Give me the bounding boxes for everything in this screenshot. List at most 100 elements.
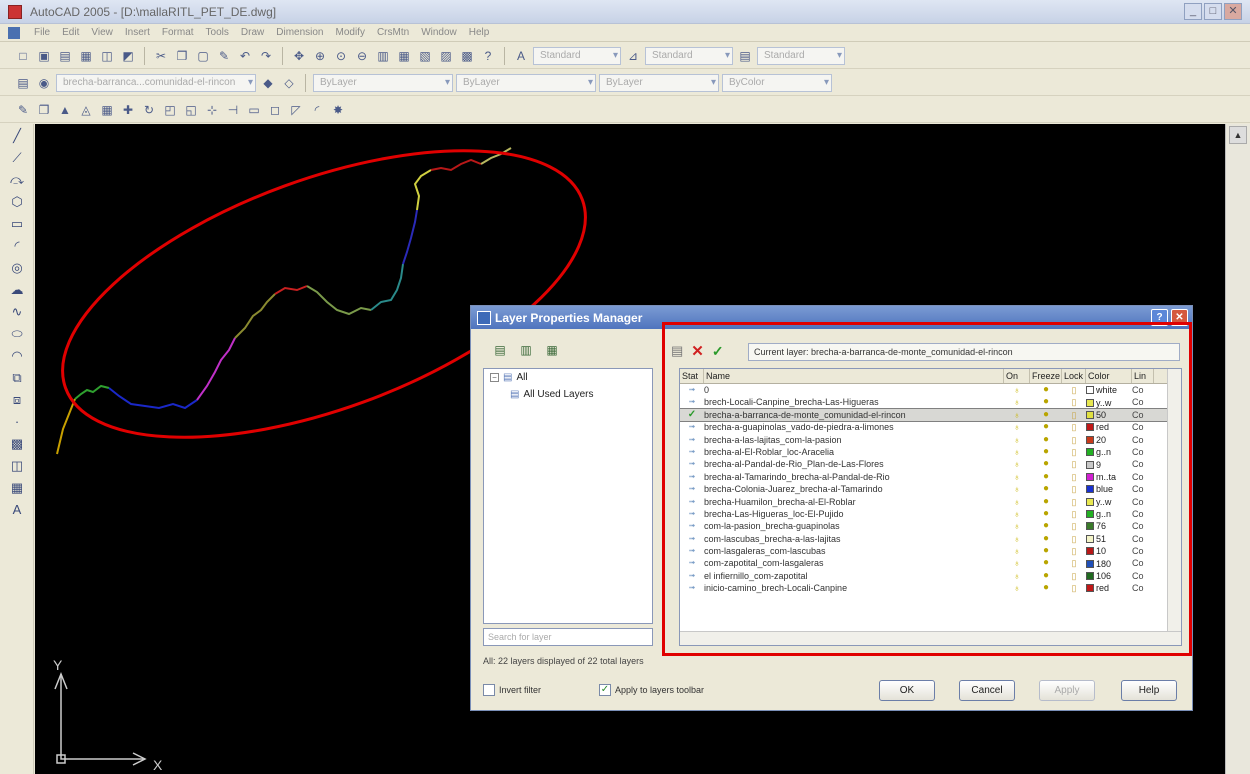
layer-name[interactable]: brecha-a-las-lajitas_com-la-pasion xyxy=(704,434,1004,446)
line-icon[interactable]: ╱ xyxy=(5,126,29,146)
sun-icon[interactable]: ● xyxy=(1030,384,1062,396)
layer-linetype[interactable]: Co xyxy=(1132,496,1154,508)
layer-search-input[interactable]: Search for layer xyxy=(483,628,653,646)
polygon-icon[interactable]: ⬡ xyxy=(5,192,29,212)
col-on[interactable]: On xyxy=(1004,369,1030,383)
undo-icon[interactable]: ↶ xyxy=(236,47,254,65)
layer-color[interactable]: red xyxy=(1086,421,1132,433)
unlock-icon[interactable]: ▯ xyxy=(1062,396,1086,408)
unlock-icon[interactable]: ▯ xyxy=(1062,384,1086,396)
sun-icon[interactable]: ● xyxy=(1030,434,1062,446)
layer-color[interactable]: 180 xyxy=(1086,557,1132,569)
layer-name[interactable]: brecha-al-Pandal-de-Rio_Plan-de-Las-Flor… xyxy=(704,458,1004,470)
layer-linetype[interactable]: Co xyxy=(1132,434,1154,446)
col-stat[interactable]: Stat xyxy=(680,369,704,383)
unlock-icon[interactable]: ▯ xyxy=(1062,570,1086,582)
sun-icon[interactable]: ● xyxy=(1030,533,1062,545)
lightbulb-icon[interactable]: ♁ xyxy=(1004,434,1030,446)
collapse-icon[interactable]: − xyxy=(490,373,499,382)
zoom-window-icon[interactable]: ⊙ xyxy=(332,47,350,65)
layer-color[interactable]: 50 xyxy=(1086,409,1132,421)
sun-icon[interactable]: ● xyxy=(1030,545,1062,557)
construction-line-icon[interactable]: ⟋ xyxy=(5,148,29,168)
table-style-combo[interactable]: Standard xyxy=(757,46,845,65)
layer-row[interactable]: ➟ 0 ♁ ● ▯ white Co xyxy=(680,384,1181,396)
lightbulb-icon[interactable]: ♁ xyxy=(1004,508,1030,520)
properties-icon[interactable]: ▥ xyxy=(374,47,392,65)
layer-color[interactable]: 106 xyxy=(1086,570,1132,582)
rectangle-icon[interactable]: ▭ xyxy=(5,214,29,234)
layer-linetype[interactable]: Co xyxy=(1132,396,1154,408)
linetype-combo[interactable]: ByLayer xyxy=(456,73,596,92)
layer-linetype[interactable]: Co xyxy=(1132,533,1154,545)
layer-color[interactable]: red xyxy=(1086,582,1132,594)
layer-row[interactable]: ➟ brecha-Huamilon_brecha-al-El-Roblar ♁ ● ▯ y… xyxy=(680,496,1181,508)
col-freeze[interactable]: Freeze xyxy=(1030,369,1062,383)
join-icon[interactable]: ◻ xyxy=(266,101,284,119)
extend-icon[interactable]: ⊣ xyxy=(224,101,242,119)
layer-name[interactable]: inicio-camino_brech-Locali-Canpine xyxy=(704,582,1004,594)
unlock-icon[interactable]: ▯ xyxy=(1062,496,1086,508)
scale-icon[interactable]: ◰ xyxy=(161,101,179,119)
design-center-icon[interactable]: ▦ xyxy=(395,47,413,65)
menu-draw[interactable]: Draw xyxy=(241,27,264,38)
layer-linetype[interactable]: Co xyxy=(1132,570,1154,582)
lightbulb-icon[interactable]: ♁ xyxy=(1004,421,1030,433)
lineweight-combo[interactable]: ByLayer xyxy=(599,73,719,92)
vertical-scrollbar[interactable]: ▲ xyxy=(1225,124,1250,774)
lightbulb-icon[interactable]: ♁ xyxy=(1004,384,1030,396)
mirror-icon[interactable]: ▲ xyxy=(56,101,74,119)
lightbulb-icon[interactable]: ♁ xyxy=(1004,458,1030,470)
new-file-icon[interactable]: □ xyxy=(14,47,32,65)
menu-tools[interactable]: Tools xyxy=(206,27,229,38)
lightbulb-icon[interactable]: ♁ xyxy=(1004,557,1030,569)
offset-icon[interactable]: ◬ xyxy=(77,101,95,119)
menu-crsmtn[interactable]: CrsMtn xyxy=(377,27,409,38)
layer-linetype[interactable]: Co xyxy=(1132,520,1154,532)
col-linetype[interactable]: Lin xyxy=(1132,369,1154,383)
unlock-icon[interactable]: ▯ xyxy=(1062,520,1086,532)
lightbulb-icon[interactable]: ♁ xyxy=(1004,496,1030,508)
spline-icon[interactable]: ∿ xyxy=(5,302,29,322)
copy-icon[interactable]: ❐ xyxy=(173,47,191,65)
unlock-icon[interactable]: ▯ xyxy=(1062,434,1086,446)
new-property-filter-icon[interactable]: ▤ xyxy=(491,342,509,358)
layer-row[interactable]: ➟ inicio-camino_brech-Locali-Canpine ♁ ● ▯ re… xyxy=(680,582,1181,594)
layer-name[interactable]: com-la-pasion_brecha-guapinolas xyxy=(704,520,1004,532)
scroll-up-icon[interactable]: ▲ xyxy=(1229,126,1247,144)
dim-style-icon[interactable]: ⊿ xyxy=(624,47,642,65)
layer-previous-icon[interactable]: ◇ xyxy=(280,74,298,92)
invert-filter-row[interactable]: Invert filter xyxy=(483,684,541,696)
table-style-icon[interactable]: ▤ xyxy=(736,47,754,65)
menu-insert[interactable]: Insert xyxy=(125,27,150,38)
layer-list-vscroll[interactable] xyxy=(1167,369,1181,645)
document-icon[interactable] xyxy=(8,26,20,39)
print-icon[interactable]: ▦ xyxy=(77,47,95,65)
layer-color[interactable]: 51 xyxy=(1086,533,1132,545)
layer-color[interactable]: 9 xyxy=(1086,458,1132,470)
tree-root-all[interactable]: − ▤ All xyxy=(484,369,652,386)
sun-icon[interactable]: ● xyxy=(1030,557,1062,569)
layer-row[interactable]: ➟ brecha-a-las-lajitas_com-la-pasion ♁ ● ▯ 20… xyxy=(680,434,1181,446)
text-style-combo[interactable]: Standard xyxy=(533,46,621,65)
layer-row[interactable]: ➟ brecha-al-Pandal-de-Rio_Plan-de-Las-Flo… xyxy=(680,458,1181,470)
ellipse-icon[interactable]: ⬭ xyxy=(5,324,29,344)
unlock-icon[interactable]: ▯ xyxy=(1062,458,1086,470)
sun-icon[interactable]: ● xyxy=(1030,508,1062,520)
match-properties-icon[interactable]: ✎ xyxy=(215,47,233,65)
color-combo[interactable]: ByLayer xyxy=(313,73,453,92)
layer-row[interactable]: ➟ com-lascubas_brecha-a-las-lajitas ♁ ● ▯ 51 C… xyxy=(680,533,1181,545)
unlock-icon[interactable]: ▯ xyxy=(1062,421,1086,433)
help-button[interactable]: Help xyxy=(1121,680,1177,701)
layer-color[interactable]: 10 xyxy=(1086,545,1132,557)
sheet-set-icon[interactable]: ▨ xyxy=(437,47,455,65)
stretch-icon[interactable]: ◱ xyxy=(182,101,200,119)
cancel-button[interactable]: Cancel xyxy=(959,680,1015,701)
new-group-filter-icon[interactable]: ▥ xyxy=(517,342,535,358)
menu-view[interactable]: View xyxy=(91,27,113,38)
lightbulb-icon[interactable]: ♁ xyxy=(1004,409,1030,421)
layer-row[interactable]: ➟ brecha-Las-Higueras_loc-El-Pujido ♁ ● ▯ g..… xyxy=(680,508,1181,520)
menu-file[interactable]: File xyxy=(34,27,50,38)
layer-color[interactable]: m..ta xyxy=(1086,471,1132,483)
layer-states-icon[interactable]: ▦ xyxy=(543,342,561,358)
